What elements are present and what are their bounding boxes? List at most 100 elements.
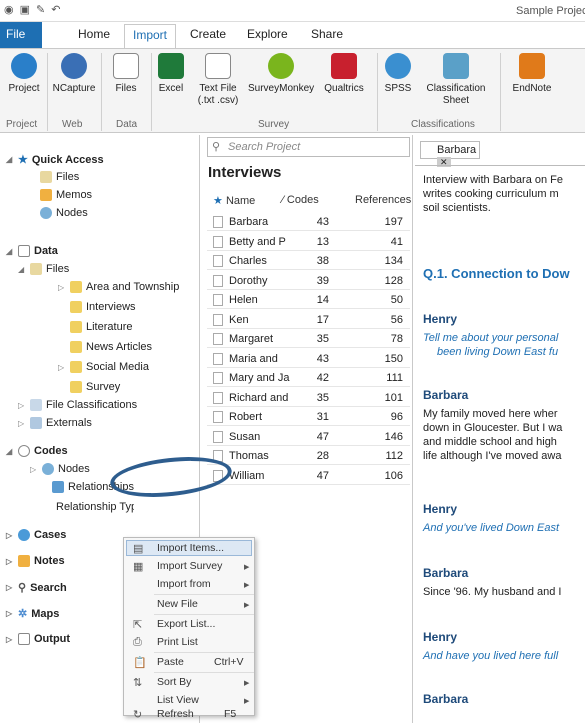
undo-icon[interactable]: ↶ [51, 3, 60, 16]
nav-files[interactable]: ◢ Files [18, 263, 69, 275]
question-text: been living Down East fu [437, 346, 559, 358]
nav-qa-memos[interactable]: Memos [40, 189, 92, 201]
table-row[interactable]: Thomas 28 112 [207, 447, 410, 465]
answer-text: and middle school and high [423, 436, 557, 448]
table-row[interactable]: Dorothy 39 128 [207, 272, 410, 290]
row-codes: 47 [316, 430, 329, 443]
endnote-button[interactable]: EndNote [506, 53, 558, 95]
menu-paste[interactable]: Paste [157, 656, 184, 668]
text-file-button[interactable]: Text File (.txt .csv) [192, 53, 244, 107]
menu-new-file[interactable]: New File [157, 598, 198, 610]
table-row[interactable]: Robert 31 96 [207, 408, 410, 426]
table-row[interactable]: Richard and 35 101 [207, 389, 410, 407]
table-row[interactable]: Ken 17 56 [207, 311, 410, 329]
row-name: Robert [229, 411, 263, 423]
row-codes: 35 [316, 391, 329, 404]
nav-folder-social[interactable]: ▷ Social Media [58, 361, 149, 373]
table-row[interactable]: Margaret 35 78 [207, 330, 410, 348]
document-icon [213, 333, 223, 345]
tab-home[interactable]: Home [78, 27, 110, 41]
spss-icon [385, 53, 411, 79]
save-icon[interactable]: ▣ [20, 3, 30, 16]
tab-explore[interactable]: Explore [247, 27, 288, 41]
intro-line: writes cooking curriculum m [423, 188, 559, 200]
table-row[interactable]: Charles 38 134 [207, 252, 410, 270]
nav-qa-files[interactable]: Files [40, 171, 79, 183]
document-icon [213, 430, 223, 443]
nav-folder-survey[interactable]: Survey [70, 381, 120, 393]
tab-share[interactable]: Share [311, 27, 343, 41]
nav-notes[interactable]: ▷ Notes [6, 555, 65, 567]
excel-icon [158, 53, 184, 79]
nav-codes[interactable]: ◢ Codes [6, 445, 68, 457]
nav-folder-news[interactable]: News Articles [70, 341, 152, 353]
menu-list-view[interactable]: List View [157, 694, 199, 706]
tab-file[interactable]: File [0, 22, 42, 48]
files-button[interactable]: Files [104, 53, 148, 95]
column-header-name[interactable]: ★ Name [213, 194, 255, 207]
refresh-shortcut: F5 [224, 708, 237, 720]
table-row[interactable]: William 47 106 [207, 467, 410, 485]
surveymonkey-icon [268, 53, 294, 79]
column-header-references[interactable]: References [355, 194, 411, 206]
surveymonkey-button[interactable]: SurveyMonkey [248, 53, 314, 95]
intro-line: soil scientists. [423, 202, 491, 214]
nav-file-classifications[interactable]: ▷ File Classifications [18, 399, 137, 411]
speaker-barbara: Barbara [423, 566, 469, 580]
menu-import-survey[interactable]: Import Survey [157, 560, 222, 572]
search-icon: ⚲ [212, 141, 221, 153]
maps-icon: ✲ [18, 608, 28, 620]
table-row[interactable]: Mary and Ja 42 111 [207, 369, 410, 387]
tab-import[interactable]: Import [124, 24, 177, 48]
row-references: 146 [384, 430, 403, 443]
menu-sort-by[interactable]: Sort By [157, 676, 191, 688]
table-row[interactable]: Helen 14 50 [207, 291, 410, 309]
qualtrics-button[interactable]: Qualtrics [318, 53, 370, 95]
table-row[interactable]: Susan 47 146 [207, 428, 410, 446]
quick-access-toolbar: ◉ ▣ ✎ ↶ [4, 3, 60, 16]
project-button[interactable]: Project [4, 53, 44, 95]
nav-qa-nodes[interactable]: Nodes [40, 207, 88, 219]
nav-nodes[interactable]: ▷ Nodes [30, 463, 90, 475]
nav-folder-literature[interactable]: Literature [70, 321, 132, 333]
ncapture-button[interactable]: NCapture [50, 53, 98, 95]
row-name: Betty and P [229, 235, 286, 248]
edit-icon[interactable]: ✎ [36, 3, 45, 16]
row-references: 50 [390, 294, 403, 306]
nav-externals[interactable]: ▷ Externals [18, 417, 92, 429]
question-text: And you've lived Down East [423, 522, 560, 534]
row-references: 78 [390, 333, 403, 345]
nav-data[interactable]: ◢ Data [6, 245, 58, 257]
menu-refresh[interactable]: Refresh [157, 708, 194, 720]
menu-export-list[interactable]: Export List... [157, 618, 215, 630]
excel-button[interactable]: Excel [152, 53, 190, 95]
nav-cases[interactable]: ▷ Cases [6, 529, 66, 541]
tab-barbara[interactable]: Barbara ✕ [420, 141, 480, 167]
menu-import-items[interactable]: Import Items... [157, 542, 224, 554]
menu-print-list[interactable]: Print List [157, 636, 198, 648]
classification-sheet-button[interactable]: Classification Sheet [418, 53, 494, 107]
spss-button[interactable]: SPSS [378, 53, 418, 95]
table-row[interactable]: Barbara 43 197 [207, 213, 410, 231]
table-row[interactable]: Maria and 43 150 [207, 350, 410, 368]
menu-import-from[interactable]: Import from [157, 578, 211, 590]
row-codes: 14 [316, 294, 329, 306]
survey-icon: ▦ [133, 561, 144, 573]
nav-output[interactable]: ▷ Output [6, 633, 70, 645]
document-icon [213, 313, 223, 326]
star-icon: ★ [18, 154, 28, 166]
node-icon [40, 207, 52, 219]
nav-maps[interactable]: ▷ ✲ Maps [6, 607, 59, 621]
nav-folder-area[interactable]: ▷ Area and Township [58, 281, 179, 293]
table-row[interactable]: Betty and P 13 41 [207, 233, 410, 251]
column-header-codes[interactable]: ⁄ Codes [282, 194, 319, 206]
nav-search[interactable]: ▷ ⚲ Search [6, 581, 67, 595]
app-icon: ◉ [4, 4, 14, 16]
tab-create[interactable]: Create [190, 27, 226, 41]
nav-relationship-types[interactable]: Relationship Types [52, 501, 134, 513]
search-input[interactable]: Search Project [207, 137, 410, 157]
nav-quick-access[interactable]: ◢ ★ Quick Access [6, 153, 104, 167]
nav-folder-interviews[interactable]: Interviews [70, 301, 136, 313]
row-references: 41 [390, 235, 403, 248]
document-icon [213, 255, 223, 267]
